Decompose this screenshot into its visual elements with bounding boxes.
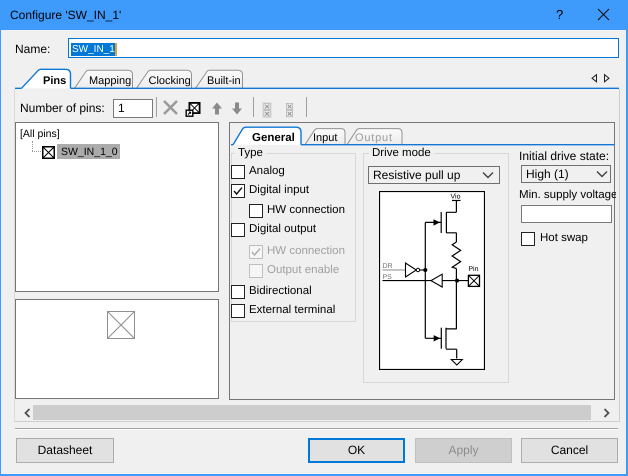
svg-text:Clocking: Clocking	[149, 75, 191, 87]
svg-text:Vio: Vio	[451, 192, 461, 200]
svg-text:Output: Output	[355, 132, 393, 144]
svg-text:DR: DR	[383, 263, 393, 270]
svg-text:Input: Input	[313, 132, 337, 144]
svg-text:Pins: Pins	[43, 75, 66, 87]
svg-text:Pin: Pin	[468, 265, 478, 273]
svg-text:Built-in: Built-in	[207, 75, 241, 87]
svg-text:PS: PS	[383, 274, 393, 281]
svg-text:General: General	[252, 132, 295, 144]
svg-text:Mapping: Mapping	[89, 75, 131, 87]
